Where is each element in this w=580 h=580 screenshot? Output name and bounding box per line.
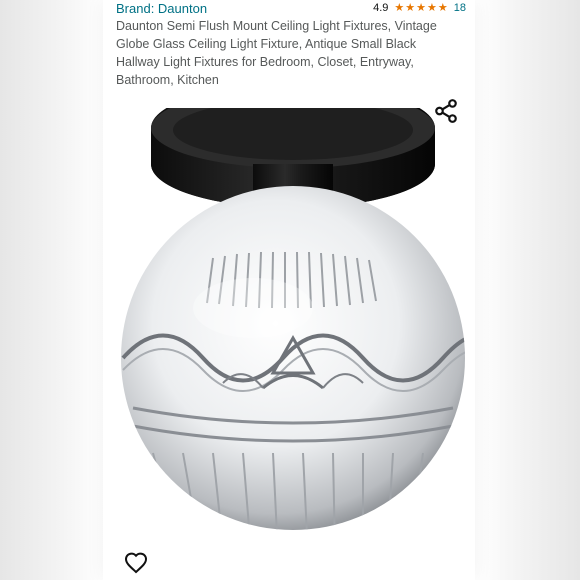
- brand-link[interactable]: Brand: Daunton: [116, 1, 207, 16]
- product-card: Brand: Daunton 4.9 ★ ★ ★ ★ ★ 18 Daunton …: [103, 0, 475, 580]
- star-icon: ★: [416, 1, 426, 14]
- share-icon[interactable]: [433, 98, 459, 124]
- product-image[interactable]: [103, 108, 475, 580]
- star-icon: ★: [405, 1, 416, 14]
- star-icon: ★: [394, 1, 405, 14]
- product-header: Brand: Daunton 4.9 ★ ★ ★ ★ ★ 18: [116, 0, 466, 16]
- star-rating: ★ ★ ★ ★ ★: [394, 1, 448, 14]
- page-frame: Brand: Daunton 4.9 ★ ★ ★ ★ ★ 18 Daunton …: [0, 0, 580, 580]
- star-icon: ★: [427, 1, 437, 14]
- rating-summary[interactable]: 4.9 ★ ★ ★ ★ ★ 18: [373, 2, 466, 14]
- rating-value: 4.9: [373, 2, 389, 14]
- heart-icon[interactable]: [123, 551, 149, 575]
- review-count-link[interactable]: 18: [454, 2, 466, 14]
- star-icon: ★: [437, 1, 448, 14]
- product-title: Daunton Semi Flush Mount Ceiling Light F…: [116, 19, 437, 87]
